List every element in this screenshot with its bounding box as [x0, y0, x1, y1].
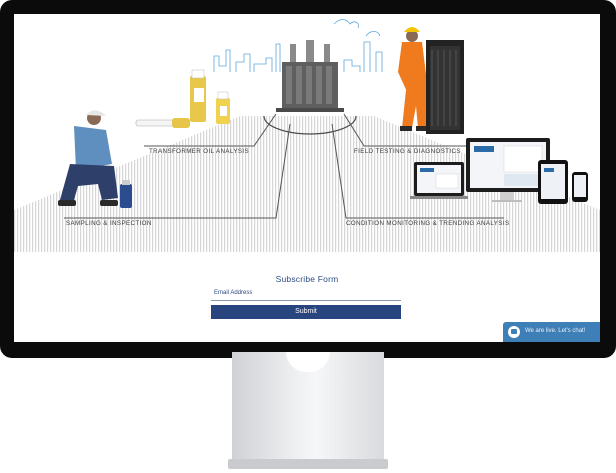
monitor-stand-base [228, 459, 388, 469]
oil-sample-bottles [135, 69, 230, 128]
chat-widget-text: We are live. Let's chat! [525, 328, 586, 334]
label-transformer-oil-analysis: TRANSFORMER OIL ANALYSIS [149, 148, 250, 155]
hero-graphic: TRANSFORMER OIL ANALYSIS FIELD TESTING &… [14, 14, 600, 252]
live-chat-widget[interactable]: We are live. Let's chat! [503, 322, 600, 342]
field-worker [398, 27, 464, 134]
label-sampling-inspection: SAMPLING & INSPECTION [66, 220, 152, 227]
email-field[interactable] [211, 298, 401, 301]
subscribe-form-title: Subscribe Form [275, 274, 339, 284]
hero-illustration [14, 19, 600, 252]
monitor-frame: TRANSFORMER OIL ANALYSIS FIELD TESTING &… [0, 0, 616, 358]
submit-button[interactable]: Submit [211, 305, 401, 319]
screen: TRANSFORMER OIL ANALYSIS FIELD TESTING &… [14, 14, 600, 342]
email-field-label: Email Address [214, 290, 253, 296]
label-condition-monitoring: CONDITION MONITORING & TRENDING ANALYSIS [346, 220, 510, 227]
label-field-testing: FIELD TESTING & DIAGNOSTICS [354, 148, 461, 155]
chat-bubble-icon [508, 326, 520, 338]
